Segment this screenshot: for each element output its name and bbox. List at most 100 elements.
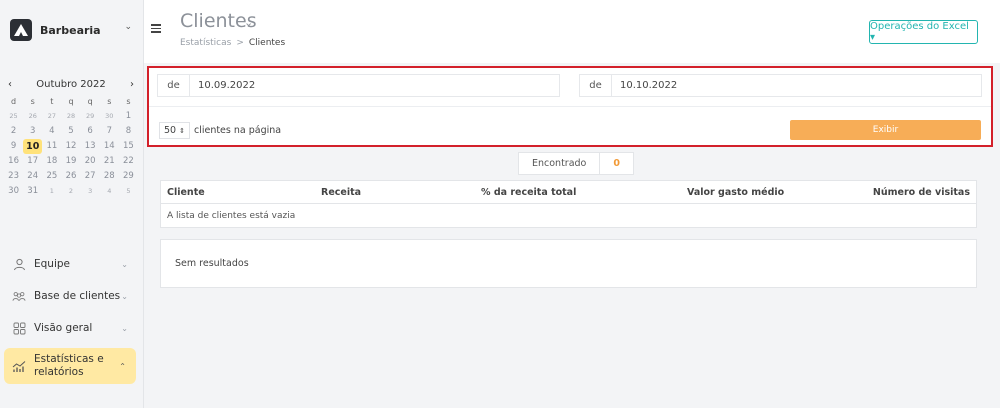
calendar-day[interactable]: 15: [119, 139, 138, 154]
breadcrumb-current: Clientes: [248, 38, 286, 48]
calendar-day[interactable]: 29: [119, 169, 138, 184]
calendar-day[interactable]: 13: [81, 139, 100, 154]
sidebar-item-label: Estatísticas e relatórios: [34, 353, 104, 378]
column-header-valor-medio[interactable]: Valor gasto médio: [687, 187, 784, 198]
show-button[interactable]: Exibir: [790, 120, 981, 140]
calendar-day[interactable]: 25: [4, 109, 23, 124]
date-to-field[interactable]: de 10.10.2022: [579, 74, 982, 97]
calendar-day[interactable]: 11: [42, 139, 61, 154]
calendar-day[interactable]: 2: [4, 124, 23, 139]
calendar-day[interactable]: 3: [23, 124, 42, 139]
calendar-day[interactable]: 21: [100, 154, 119, 169]
found-counter: Encontrado 0: [518, 152, 634, 175]
calendar-day[interactable]: 5: [61, 124, 80, 139]
sidebar-item-label: Visão geral: [34, 322, 93, 334]
calendar-day-today[interactable]: 10: [23, 139, 43, 154]
chevron-down-icon[interactable]: ⌄: [124, 22, 132, 32]
calendar-day[interactable]: 7: [100, 124, 119, 139]
main-content: de 10.09.2022 de 10.10.2022 50 ⇕ clientes…: [144, 63, 1000, 408]
next-month-icon[interactable]: ›: [130, 79, 134, 90]
calendar-day[interactable]: 27: [81, 169, 100, 184]
calendar-day[interactable]: 2: [61, 184, 80, 199]
brand-name: Barbearia: [40, 23, 101, 37]
calendar-day[interactable]: 19: [61, 154, 80, 169]
calendar-day[interactable]: 24: [23, 169, 42, 184]
people-icon: [12, 289, 26, 303]
column-header-receita[interactable]: Receita: [321, 187, 361, 198]
chevron-down-icon: ⌄: [121, 323, 128, 333]
column-header-visitas[interactable]: Número de visitas: [873, 187, 970, 198]
calendar-day[interactable]: 23: [4, 169, 23, 184]
calendar-day[interactable]: 12: [61, 139, 80, 154]
sidebar-item-label: Equipe: [34, 258, 70, 270]
sidebar-item-equipe[interactable]: Equipe ⌄: [0, 248, 144, 280]
table-empty-row: A lista de clientes está vazia: [167, 210, 296, 221]
updown-icon: ⇕: [179, 126, 185, 135]
sidebar: Barbearia ⌄ ‹ Outubro 2022 › d s t q q s s 25 26…: [0, 0, 144, 408]
calendar-day[interactable]: 8: [119, 124, 138, 139]
column-header-percent[interactable]: % da receita total: [481, 187, 576, 198]
divider: [149, 106, 991, 107]
calendar-day[interactable]: 26: [23, 109, 42, 124]
clients-table: Cliente Receita % da receita total Valor…: [160, 180, 977, 228]
date-to-value[interactable]: 10.10.2022: [612, 80, 677, 91]
calendar-day[interactable]: 5: [119, 184, 138, 199]
per-page-select[interactable]: 50 ⇕: [159, 122, 190, 139]
calendar-weekday: s: [30, 97, 35, 106]
calendar-weekday: d: [11, 97, 17, 106]
calendar-day[interactable]: 28: [61, 109, 80, 124]
hamburger-menu-icon[interactable]: [151, 24, 161, 33]
calendar-day[interactable]: 30: [100, 109, 119, 124]
calendar-day[interactable]: 31: [23, 184, 42, 199]
per-page-control: 50 ⇕ clientes na página: [159, 122, 281, 139]
no-results-text: Sem resultados: [175, 258, 249, 269]
calendar-day[interactable]: 1: [42, 184, 61, 199]
calendar-day[interactable]: 25: [42, 169, 61, 184]
calendar-day[interactable]: 14: [100, 139, 119, 154]
calendar-day[interactable]: 22: [119, 154, 138, 169]
breadcrumb: Estatísticas > Clientes: [180, 38, 285, 48]
sidebar-item-visao-geral[interactable]: Visão geral ⌄: [0, 312, 144, 344]
chevron-down-icon[interactable]: ⌄: [244, 16, 253, 29]
calendar-day[interactable]: 9: [4, 139, 23, 154]
calendar-day[interactable]: 28: [100, 169, 119, 184]
calendar-weekday: s: [126, 97, 131, 106]
calendar-day[interactable]: 18: [42, 154, 61, 169]
filter-panel: de 10.09.2022 de 10.10.2022 50 ⇕ clientes…: [147, 66, 993, 147]
sidebar-item-estatisticas[interactable]: Estatísticas e relatórios ⌃: [4, 348, 136, 384]
column-header-cliente[interactable]: Cliente: [167, 187, 205, 198]
calendar-day[interactable]: 3: [81, 184, 100, 199]
brand-logo-icon: [10, 19, 32, 41]
calendar-day[interactable]: 30: [4, 184, 23, 199]
calendar-day[interactable]: 1: [119, 109, 138, 124]
no-results-box: Sem resultados: [160, 239, 977, 288]
sidebar-item-base-de-clientes[interactable]: Base de clientes ⌄: [0, 280, 144, 312]
brand-switcher[interactable]: Barbearia ⌄: [0, 0, 144, 60]
person-icon: [12, 257, 26, 271]
calendar-day[interactable]: 17: [23, 154, 42, 169]
sidebar-menu: Equipe ⌄ Base de clientes ⌄ Visão geral …: [0, 248, 144, 384]
chevron-down-icon: ⌄: [121, 291, 128, 301]
date-from-value[interactable]: 10.09.2022: [190, 80, 255, 91]
calendar-day[interactable]: 6: [81, 124, 100, 139]
calendar-day[interactable]: 27: [42, 109, 61, 124]
date-from-field[interactable]: de 10.09.2022: [157, 74, 560, 97]
calendar-day[interactable]: 4: [100, 184, 119, 199]
excel-operations-button[interactable]: Operações do Excel ▾: [869, 20, 978, 44]
per-page-label: clientes na página: [193, 125, 282, 136]
per-page-value: 50: [164, 125, 177, 136]
calendar-weekday: q: [68, 97, 74, 106]
calendar-day[interactable]: 16: [4, 154, 23, 169]
grid-icon: [12, 321, 26, 335]
calendar-day[interactable]: 26: [61, 169, 80, 184]
breadcrumb-item[interactable]: Estatísticas: [180, 38, 231, 48]
calendar-day[interactable]: 20: [81, 154, 100, 169]
calendar-day[interactable]: 29: [81, 109, 100, 124]
date-from-label: de: [158, 75, 190, 96]
prev-month-icon[interactable]: ‹: [8, 79, 12, 90]
found-value: 0: [613, 158, 620, 169]
calendar-day[interactable]: 4: [42, 124, 61, 139]
breadcrumb-separator-icon: >: [236, 38, 244, 48]
calendar-weekday: s: [107, 97, 112, 106]
sidebar-item-label: Base de clientes: [34, 290, 121, 302]
